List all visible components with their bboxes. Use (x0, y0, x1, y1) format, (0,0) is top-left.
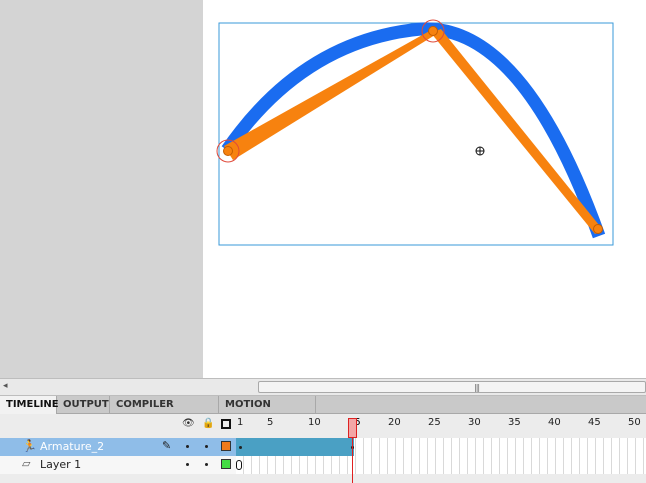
playhead[interactable] (348, 418, 357, 438)
layer-name[interactable]: Layer 1 (40, 458, 81, 471)
tab-timeline[interactable]: TIMELINE (0, 396, 59, 415)
layer-color-swatch[interactable] (221, 441, 231, 451)
ruler-number: 25 (428, 417, 441, 428)
layer-row-armature[interactable]: 🏃 Armature_2 ✎ (0, 438, 646, 456)
layer-name[interactable]: Armature_2 (40, 440, 104, 453)
ruler-number: 50 (628, 417, 641, 428)
registration-point-icon[interactable] (475, 146, 485, 156)
joint-root[interactable] (223, 146, 233, 156)
frame-cells[interactable] (236, 456, 646, 474)
ruler-number: 35 (508, 417, 521, 428)
bone-2[interactable] (431, 29, 603, 234)
stage[interactable] (203, 0, 646, 378)
grip-icon: ||| (474, 383, 480, 392)
scrollbar-thumb[interactable]: ||| (258, 381, 646, 393)
stage-canvas[interactable] (203, 0, 646, 378)
lock-dot[interactable] (205, 445, 208, 448)
joint-middle[interactable] (428, 26, 438, 36)
horizontal-scrollbar[interactable]: ◂ ||| (0, 378, 646, 396)
joint-tail[interactable] (593, 224, 603, 234)
visibility-dot[interactable] (186, 445, 189, 448)
timeline-panel: TIMELINE OUTPUT COMPILER ERRORS MOTION E… (0, 396, 646, 483)
visibility-dot[interactable] (186, 463, 189, 466)
ruler-number: 5 (267, 417, 274, 428)
lock-icon[interactable]: 🔒 (202, 418, 214, 429)
layer-label-area[interactable]: 🏃 Armature_2 ✎ (0, 438, 236, 456)
ruler-number: 30 (468, 417, 481, 428)
scroll-left-icon[interactable]: ◂ (3, 381, 8, 391)
ruler-number: 20 (388, 417, 401, 428)
ruler-number: 1 (237, 417, 244, 428)
blank-keyframe[interactable] (236, 460, 242, 470)
eye-icon[interactable]: 👁 (182, 418, 195, 429)
panel-tab-bar: TIMELINE OUTPUT COMPILER ERRORS MOTION E… (0, 396, 646, 428)
layer-color-swatch[interactable] (221, 459, 231, 469)
pose-span[interactable] (236, 438, 354, 456)
tab-motion-editor[interactable]: MOTION EDITOR (219, 396, 316, 428)
pencil-icon: ✎ (162, 439, 172, 452)
outline-icon[interactable] (221, 419, 231, 429)
pasteboard (0, 0, 203, 378)
ruler-number: 10 (308, 417, 321, 428)
lock-dot[interactable] (205, 463, 208, 466)
ruler-number: 40 (548, 417, 561, 428)
layer-label-area[interactable]: ▱ Layer 1 (0, 456, 236, 474)
frame-ruler[interactable]: 1 5 10 15 20 25 30 35 40 45 50 (236, 414, 646, 434)
pose-keyframe[interactable] (239, 446, 242, 449)
armature-icon: 🏃 (22, 439, 37, 453)
layer-icon: ▱ (22, 457, 31, 470)
tab-output[interactable]: OUTPUT (57, 396, 110, 414)
playhead-line (352, 437, 353, 483)
tab-compiler-errors[interactable]: COMPILER ERRORS (110, 396, 219, 428)
curved-shape[interactable] (221, 22, 606, 239)
layer-row-layer-1[interactable]: ▱ Layer 1 (0, 456, 646, 474)
ruler-number: 45 (588, 417, 601, 428)
